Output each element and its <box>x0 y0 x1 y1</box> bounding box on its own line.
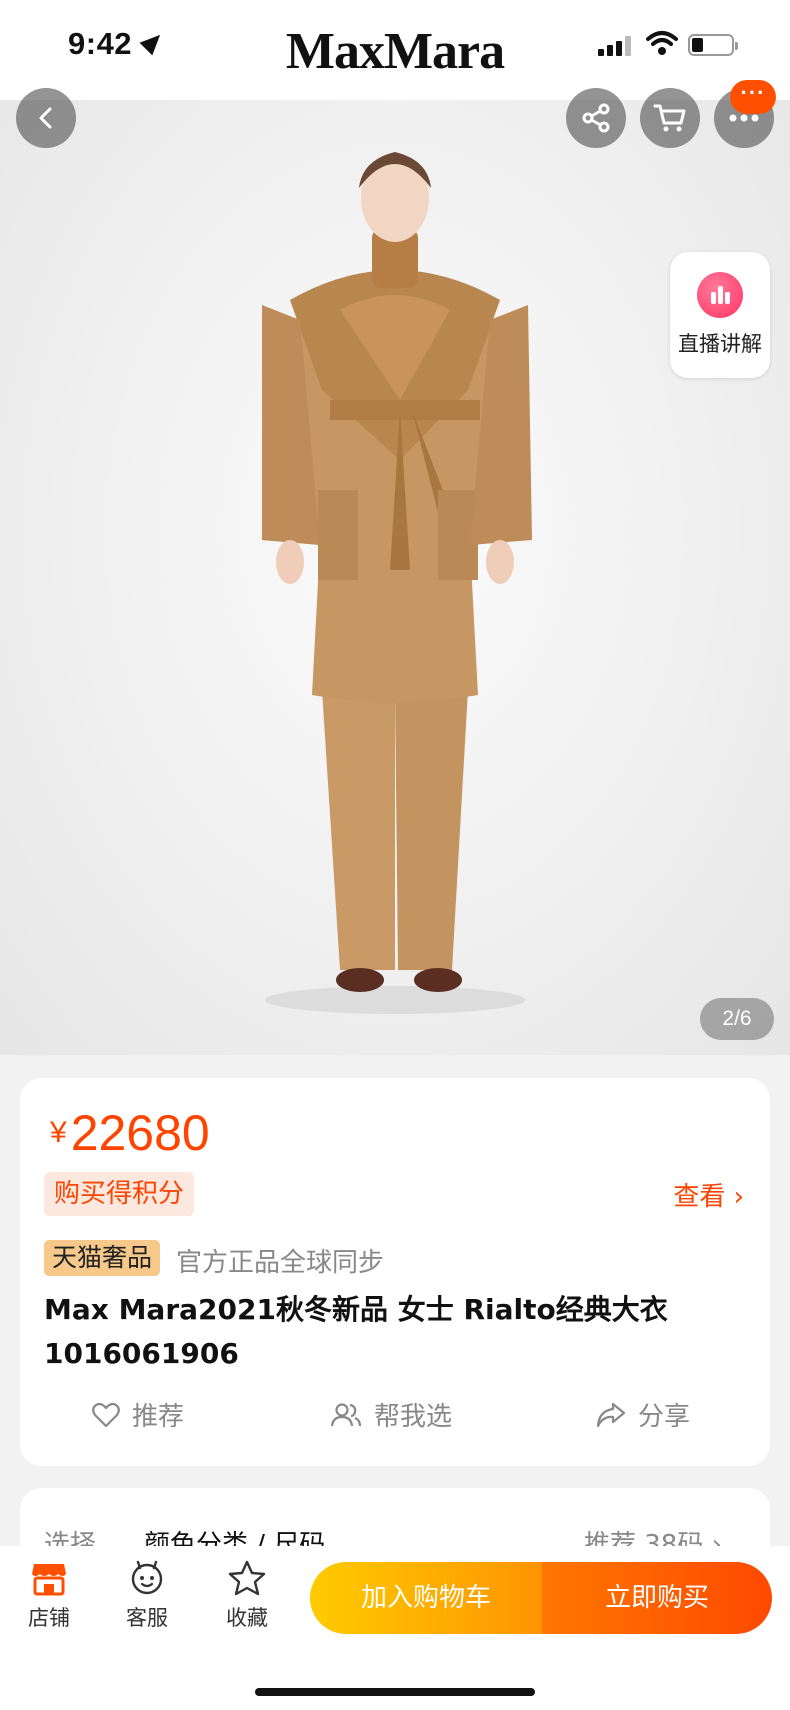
heart-icon <box>92 1402 120 1427</box>
customer-service-button[interactable]: 客服 <box>112 1560 182 1632</box>
currency-symbol: ¥ <box>50 1116 67 1149</box>
status-bar: 9:42 MaxMara <box>0 0 790 100</box>
chevron-left-icon <box>39 107 52 129</box>
notification-badge: ··· <box>730 80 776 114</box>
star-icon <box>228 1560 266 1596</box>
back-button[interactable] <box>16 88 76 148</box>
image-pager: 2/6 <box>700 998 774 1040</box>
service-icon <box>131 1560 163 1595</box>
price-value: 22680 <box>70 1105 210 1161</box>
battery-icon <box>688 34 738 56</box>
points-badge[interactable]: 购买得积分 <box>44 1172 195 1216</box>
product-title: Max Mara2021秋冬新品 女士 Rialto经典大衣 101606190… <box>44 1293 668 1370</box>
help-choose-button[interactable]: 帮我选 <box>330 1396 452 1433</box>
share-product-button[interactable]: 分享 <box>596 1396 690 1433</box>
share-icon <box>582 103 610 133</box>
store-icon <box>32 1564 66 1596</box>
share-button[interactable] <box>566 88 626 148</box>
home-indicator <box>255 1688 535 1696</box>
view-points-link[interactable]: 查看 › <box>673 1176 744 1213</box>
product-image-gallery[interactable] <box>0 100 790 1055</box>
store-label: 店铺 <box>28 1606 70 1630</box>
tmall-luxury-tag: 天猫奢品 <box>44 1240 161 1276</box>
store-button[interactable]: 店铺 <box>14 1560 84 1632</box>
buy-now-button[interactable]: 立即购买 <box>542 1562 772 1634</box>
cellular-signal-icon <box>598 36 631 56</box>
recommend-label: 推荐 <box>132 1402 185 1432</box>
bottom-action-bar: 店铺 客服 收藏 加入购物车 立即购买 <box>0 1546 790 1710</box>
service-label: 客服 <box>126 1606 168 1630</box>
more-dots-icon <box>729 114 759 122</box>
product-actions: 推荐 帮我选 分享 <box>20 1396 770 1442</box>
share-arrow-icon <box>596 1402 626 1427</box>
wifi-icon <box>646 31 678 55</box>
product-photo <box>262 152 532 1014</box>
official-authentic-text: 官方正品全球同步 <box>176 1248 385 1278</box>
recommend-button[interactable]: 推荐 <box>92 1396 184 1433</box>
live-stream-icon <box>697 272 743 318</box>
live-stream-label: 直播讲解 <box>678 332 762 356</box>
people-icon <box>330 1402 362 1426</box>
cart-icon <box>653 104 686 132</box>
price: ¥22680 <box>50 1104 210 1162</box>
share-label: 分享 <box>638 1402 691 1432</box>
live-stream-button[interactable]: 直播讲解 <box>670 252 770 378</box>
cart-button[interactable] <box>640 88 700 148</box>
product-info-card: ¥22680 购买得积分 查看 › 天猫奢品 官方正品全球同步 Max Mara… <box>20 1078 770 1466</box>
add-to-cart-button[interactable]: 加入购物车 <box>310 1562 542 1634</box>
favorite-label: 收藏 <box>226 1606 268 1630</box>
help-choose-label: 帮我选 <box>374 1402 453 1432</box>
favorite-button[interactable]: 收藏 <box>212 1560 282 1632</box>
